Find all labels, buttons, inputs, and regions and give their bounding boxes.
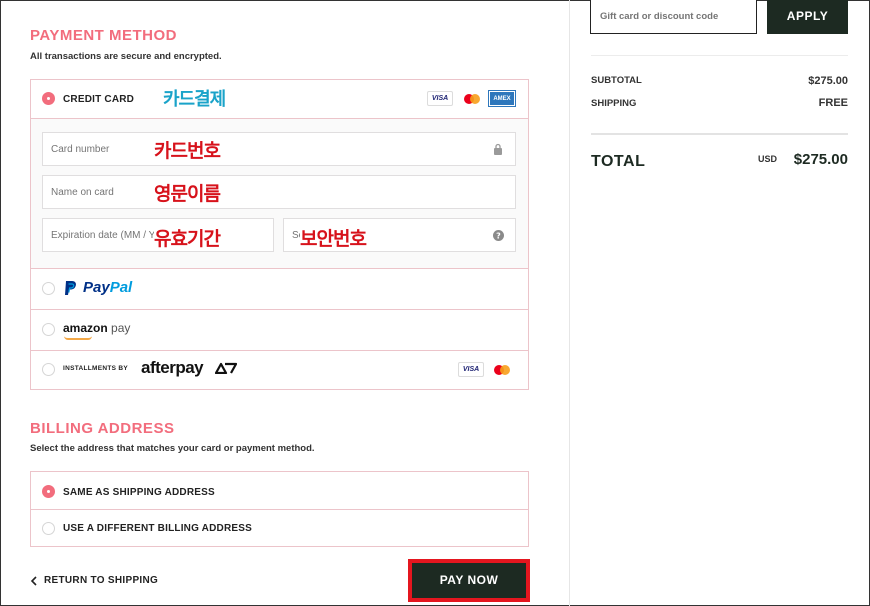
billing-options-box: SAME AS SHIPPING ADDRESS USE A DIFFERENT…	[30, 471, 529, 547]
afterpay-radio[interactable]	[42, 363, 55, 376]
visa-icon: VISA	[427, 91, 453, 106]
mastercard-icon	[459, 91, 485, 106]
amazon-pay-option[interactable]: amazon pay	[31, 309, 528, 350]
amazon-pay-logo: amazon pay	[63, 321, 131, 340]
amazon-pay-logo-brand: amazon	[63, 321, 108, 335]
credit-card-fields-panel: ?	[31, 118, 528, 268]
afterpay-option[interactable]: INSTALLMENTS BY afterpay VISA	[31, 350, 528, 390]
credit-card-annotation: 카드결제	[163, 89, 226, 110]
amazon-smile-icon	[64, 336, 92, 340]
pay-now-label: PAY NOW	[412, 563, 526, 598]
same-address-label[interactable]: SAME AS SHIPPING ADDRESS	[63, 487, 215, 498]
total-currency: USD	[758, 154, 778, 164]
help-icon[interactable]: ?	[493, 230, 504, 241]
return-to-shipping-label: RETURN TO SHIPPING	[44, 575, 159, 586]
name-on-card-field[interactable]	[42, 175, 516, 209]
card-number-annotation: 카드번호	[154, 140, 221, 162]
afterpay-visa-icon: VISA	[458, 362, 484, 377]
card-number-input[interactable]	[51, 133, 481, 165]
different-address-label[interactable]: USE A DIFFERENT BILLING ADDRESS	[63, 523, 252, 534]
different-address-option[interactable]: USE A DIFFERENT BILLING ADDRESS	[31, 509, 528, 546]
shipping-value: FREE	[818, 97, 848, 109]
credit-card-radio[interactable]	[42, 92, 55, 105]
amazon-pay-radio[interactable]	[42, 323, 55, 336]
afterpay-mastercard-icon	[489, 362, 515, 377]
summary-divider-top	[591, 55, 848, 56]
amex-icon: AMEX	[488, 90, 516, 107]
discount-code-input[interactable]	[600, 0, 750, 33]
chevron-left-icon	[30, 576, 37, 586]
afterpay-prefix: INSTALLMENTS BY	[63, 365, 129, 372]
afterpay-logo: afterpay	[141, 358, 237, 378]
afterpay-logo-text: afterpay	[141, 358, 204, 377]
subtotal-value: $275.00	[808, 75, 848, 87]
shipping-label: SHIPPING	[591, 98, 637, 109]
paypal-logo-pay: Pay	[83, 279, 110, 296]
card-number-field[interactable]	[42, 132, 516, 166]
same-address-radio[interactable]	[42, 485, 55, 498]
payment-options-box: CREDIT CARD VISA AMEX Card number Name o…	[30, 79, 529, 390]
total-value: $275.00	[793, 151, 848, 168]
paypal-icon	[65, 281, 76, 295]
discount-code-field[interactable]	[590, 0, 757, 34]
paypal-logo-pal: Pal	[109, 279, 133, 296]
billing-address-title: BILLING ADDRESS	[30, 420, 175, 437]
svg-text:?: ?	[496, 232, 501, 241]
paypal-option[interactable]: PayPal	[31, 268, 528, 309]
payment-method-title: PAYMENT METHOD	[30, 27, 178, 44]
lock-icon	[494, 143, 502, 155]
payment-method-subtitle: All transactions are secure and encrypte…	[30, 51, 222, 62]
name-annotation: 영문이름	[154, 183, 221, 205]
billing-address-subtitle: Select the address that matches your car…	[30, 443, 315, 454]
credit-card-label[interactable]: CREDIT CARD	[63, 94, 134, 105]
apply-button[interactable]: APPLY	[767, 0, 848, 34]
paypal-radio[interactable]	[42, 282, 55, 295]
name-on-card-input[interactable]	[51, 176, 501, 208]
return-to-shipping-link[interactable]: RETURN TO SHIPPING	[30, 575, 158, 586]
summary-divider	[591, 133, 848, 135]
expiration-annotation: 유효기간	[154, 224, 221, 251]
amazon-pay-logo-pay: pay	[111, 321, 131, 335]
afterpay-arrows-icon	[215, 362, 237, 374]
security-annotation: 보안번호	[300, 224, 367, 251]
pay-now-button[interactable]: PAY NOW	[408, 559, 530, 602]
checkout-main: PAYMENT METHOD All transactions are secu…	[0, 0, 570, 606]
subtotal-label: SUBTOTAL	[591, 75, 642, 86]
total-label: TOTAL	[591, 153, 646, 170]
different-address-radio[interactable]	[42, 522, 55, 535]
paypal-logo: PayPal	[83, 279, 132, 296]
